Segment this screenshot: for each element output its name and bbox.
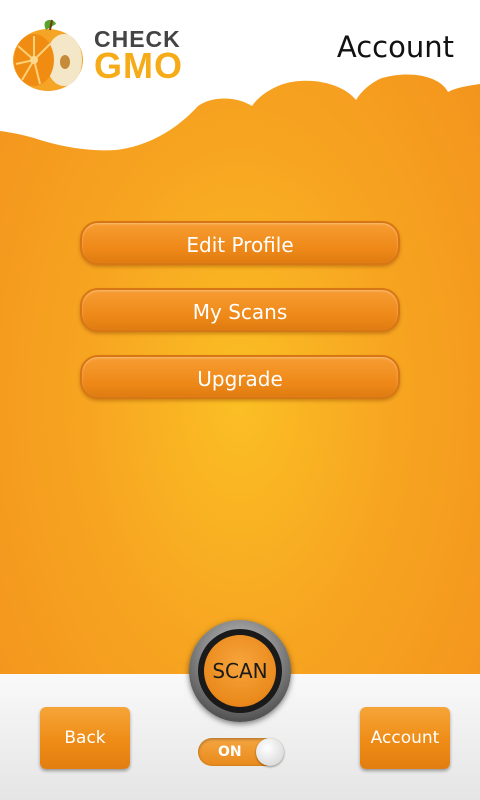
toggle-on-label: ON <box>218 744 242 760</box>
my-scans-button[interactable]: My Scans <box>80 288 400 332</box>
scan-button-face: SCAN <box>204 635 276 707</box>
upgrade-button[interactable]: Upgrade <box>80 355 400 399</box>
edit-profile-button[interactable]: Edit Profile <box>80 221 400 265</box>
check-gmo-logo: CHECK GMO <box>10 16 195 92</box>
toggle-knob <box>256 738 284 766</box>
back-button[interactable]: Back <box>40 707 130 769</box>
scan-label: SCAN <box>212 659 268 683</box>
page-title: Account <box>336 30 454 64</box>
account-button[interactable]: Account <box>360 707 450 769</box>
logo-gmo-text: GMO <box>94 45 183 86</box>
scan-button[interactable]: SCAN <box>189 620 291 722</box>
orange-apple-icon <box>13 19 83 91</box>
scan-toggle-switch[interactable]: ON <box>198 738 284 766</box>
scan-button-ring: SCAN <box>198 629 282 713</box>
